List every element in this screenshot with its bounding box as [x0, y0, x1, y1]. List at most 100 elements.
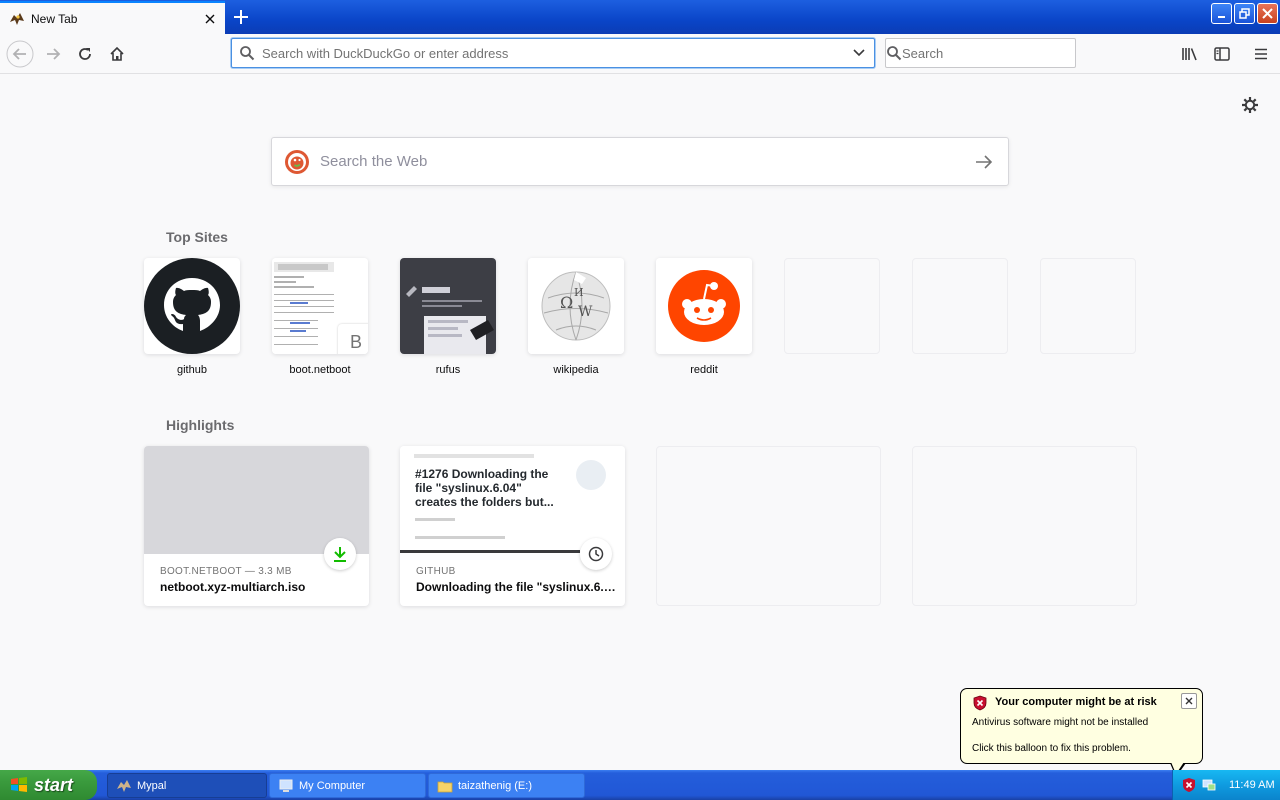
reload-icon — [79, 48, 91, 60]
top-site-thumbnail[interactable] — [656, 258, 752, 354]
taskbar: start Mypal My Computer taizathenig (E:)… — [0, 770, 1280, 800]
top-site-boot-netboot[interactable]: B boot.netboot — [272, 258, 368, 376]
computer-icon — [279, 779, 293, 792]
preview-line — [415, 536, 505, 539]
title-bar: New Tab — [0, 0, 1280, 34]
taskbar-item-label: My Computer — [299, 779, 366, 792]
clock-icon — [580, 538, 612, 570]
wikipedia-globe-icon: Ω W И — [528, 258, 624, 354]
library-button[interactable] — [1174, 38, 1206, 70]
svg-text:И: И — [574, 286, 584, 299]
search-icon — [232, 45, 262, 61]
download-icon — [324, 538, 356, 570]
balloon-close-button[interactable] — [1181, 693, 1197, 709]
tab-new-tab[interactable]: New Tab — [0, 1, 225, 34]
top-site-reddit[interactable]: reddit — [656, 258, 752, 376]
empty-tile — [1040, 258, 1136, 354]
top-site-empty-slot — [912, 258, 1008, 354]
highlights-heading: Highlights — [166, 417, 235, 433]
search-icon — [886, 45, 902, 61]
empty-tile — [784, 258, 880, 354]
menu-button[interactable] — [1245, 38, 1277, 70]
preview-headline: #1276 Downloading the file "syslinux.6.0… — [415, 467, 554, 509]
arrow-right-icon — [976, 154, 993, 169]
security-balloon[interactable]: Your computer might be at risk Antivirus… — [960, 688, 1203, 764]
github-logo-icon — [144, 258, 240, 354]
clock: 11:49 AM — [1229, 779, 1275, 791]
home-icon — [110, 46, 124, 61]
mypal-browser-icon — [9, 12, 25, 26]
web-search-input[interactable] — [320, 153, 960, 170]
sidebar-icon — [1214, 47, 1230, 61]
close-window-button[interactable] — [1257, 3, 1278, 24]
highlight-meta: BOOT.NETBOOT — 3.3 MB — [160, 566, 292, 577]
close-tab-icon[interactable] — [199, 8, 221, 30]
start-label: start — [34, 774, 74, 795]
top-site-label: wikipedia — [553, 364, 599, 376]
highlight-title: netboot.xyz-multiarch.iso — [160, 580, 306, 594]
new-tab-page: Top Sites github — [0, 75, 1280, 770]
top-site-empty-slot — [1040, 258, 1136, 354]
taskbar-item-mypal[interactable]: Mypal — [107, 773, 267, 798]
forward-button[interactable] — [37, 38, 69, 70]
search-bar[interactable] — [885, 38, 1078, 68]
top-site-label: rufus — [435, 364, 461, 376]
security-shield-icon[interactable] — [1181, 777, 1197, 793]
web-search-box[interactable] — [271, 137, 1009, 186]
close-icon — [1185, 697, 1193, 705]
site-letter-badge: B — [338, 324, 368, 354]
top-site-label: github — [177, 364, 207, 376]
taskbar-item-label: taizathenig (E:) — [458, 779, 532, 792]
reddit-logo-icon — [656, 258, 752, 354]
taskbar-item-label: Mypal — [137, 779, 167, 792]
url-dropdown-button[interactable] — [844, 49, 874, 57]
library-icon — [1182, 48, 1197, 61]
svg-text:W: W — [578, 304, 593, 320]
taskbar-item-my-computer[interactable]: My Computer — [269, 773, 426, 798]
folder-icon — [437, 781, 453, 792]
reload-button[interactable] — [69, 38, 101, 70]
top-site-wikipedia[interactable]: Ω W И wikipedia — [528, 258, 624, 376]
home-button[interactable] — [101, 38, 133, 70]
back-button[interactable] — [4, 38, 36, 70]
top-site-thumbnail[interactable]: Ω W И — [528, 258, 624, 354]
highlight-card-github[interactable]: #1276 Downloading the file "syslinux.6.0… — [400, 446, 625, 606]
highlight-meta: GITHUB — [416, 566, 456, 577]
preview-line — [414, 454, 534, 458]
balloon-message: Antivirus software might not be installe… — [972, 717, 1149, 728]
plus-icon — [234, 10, 248, 24]
tab-title: New Tab — [31, 11, 78, 26]
top-site-thumbnail[interactable] — [144, 258, 240, 354]
balloon-title: Your computer might be at risk — [995, 696, 1157, 708]
minimize-icon — [1217, 15, 1225, 18]
preview-line — [415, 518, 455, 521]
top-site-github[interactable]: github — [144, 258, 240, 376]
top-sites-heading: Top Sites — [166, 229, 228, 245]
url-input[interactable] — [262, 45, 844, 61]
top-site-thumbnail[interactable]: B — [272, 258, 368, 354]
sidebar-toggle-button[interactable] — [1206, 38, 1238, 70]
forward-arrow-icon — [47, 48, 61, 60]
url-bar[interactable] — [231, 38, 875, 68]
balloon-action-text[interactable]: Click this balloon to fix this problem. — [972, 743, 1131, 754]
network-icon[interactable] — [1201, 777, 1217, 793]
top-site-label: boot.netboot — [289, 364, 351, 376]
customize-button[interactable] — [1238, 93, 1262, 117]
new-tab-button[interactable] — [228, 4, 254, 30]
highlight-title: Downloading the file "syslinux.6.04" cre… — [416, 580, 616, 594]
chevron-down-icon — [853, 49, 865, 57]
start-button[interactable]: start — [0, 770, 97, 800]
hamburger-menu-icon — [1255, 48, 1267, 60]
preview-avatar — [576, 460, 606, 490]
top-site-rufus[interactable]: rufus — [400, 258, 496, 376]
search-submit-button[interactable] — [960, 138, 1008, 186]
restore-button[interactable] — [1234, 3, 1255, 24]
highlight-empty-slot — [912, 446, 1137, 606]
empty-tile — [912, 258, 1008, 354]
search-input[interactable] — [902, 45, 1078, 61]
minimize-button[interactable] — [1211, 3, 1232, 24]
taskbar-item-drive-e[interactable]: taizathenig (E:) — [428, 773, 585, 798]
mypal-browser-icon — [117, 779, 131, 792]
top-site-thumbnail[interactable] — [400, 258, 496, 354]
highlight-card-netboot[interactable]: BOOT.NETBOOT — 3.3 MB netboot.xyz-multia… — [144, 446, 369, 606]
